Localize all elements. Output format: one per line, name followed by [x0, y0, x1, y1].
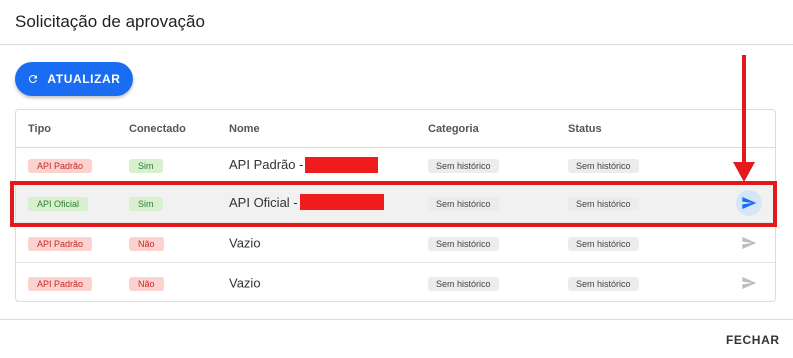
status-badge: Sem histórico	[568, 236, 639, 251]
category-badge: Sem histórico	[428, 276, 499, 291]
tipo-badge: API Padrão	[28, 276, 93, 291]
redaction-mark	[299, 194, 384, 211]
refresh-icon	[29, 74, 38, 83]
status-badge: Sem histórico	[568, 196, 639, 211]
row-name: API Oficial -	[229, 194, 298, 210]
refresh-button-label: ATUALIZAR	[47, 72, 121, 86]
send-icon	[742, 196, 757, 209]
send-request-button[interactable]	[736, 230, 762, 256]
column-header-categoria: Categoria	[428, 122, 479, 135]
category-badge: Sem histórico	[428, 196, 499, 211]
annotation-arrow-head	[733, 162, 755, 182]
approval-table: Tipo Conectado Nome Categoria Status API…	[15, 109, 776, 302]
footer-divider	[0, 319, 793, 320]
send-request-button[interactable]	[736, 270, 762, 296]
table-row: API Padrão Não Vazio Sem histórico Sem h…	[16, 223, 775, 263]
connected-badge: Sim	[129, 159, 163, 173]
refresh-button[interactable]: ATUALIZAR	[15, 62, 133, 96]
table-row: API Padrão Sim API Padrão - Sem históric…	[16, 148, 775, 183]
table-row: API Padrão Não Vazio Sem histórico Sem h…	[16, 263, 775, 301]
send-icon	[742, 276, 757, 289]
tipo-badge: API Oficial	[28, 196, 89, 211]
row-name: API Padrão -	[229, 157, 304, 172]
status-badge: Sem histórico	[568, 159, 639, 173]
send-request-button[interactable]	[736, 189, 762, 216]
connected-badge: Não	[129, 276, 164, 291]
annotation-arrow	[742, 55, 746, 165]
column-header-status: Status	[568, 122, 602, 135]
redaction-mark	[305, 156, 379, 173]
row-name: Vazio	[229, 275, 261, 290]
column-header-tipo: Tipo	[28, 122, 52, 135]
tipo-badge: API Padrão	[28, 236, 93, 251]
status-badge: Sem histórico	[568, 276, 639, 291]
connected-badge: Sim	[129, 196, 163, 211]
table-row: API Oficial Sim API Oficial - Sem histór…	[16, 183, 775, 223]
column-header-conectado: Conectado	[129, 122, 186, 135]
table-header: Tipo Conectado Nome Categoria Status	[16, 110, 775, 148]
tipo-badge: API Padrão	[28, 159, 93, 173]
close-button[interactable]: FECHAR	[726, 333, 780, 347]
connected-badge: Não	[129, 236, 164, 251]
dialog-title: Solicitação de aprovação	[15, 12, 205, 31]
column-header-nome: Nome	[229, 122, 260, 135]
header-divider	[0, 44, 793, 45]
category-badge: Sem histórico	[428, 159, 499, 173]
row-name: Vazio	[229, 235, 261, 250]
category-badge: Sem histórico	[428, 236, 499, 251]
send-icon	[742, 236, 757, 249]
